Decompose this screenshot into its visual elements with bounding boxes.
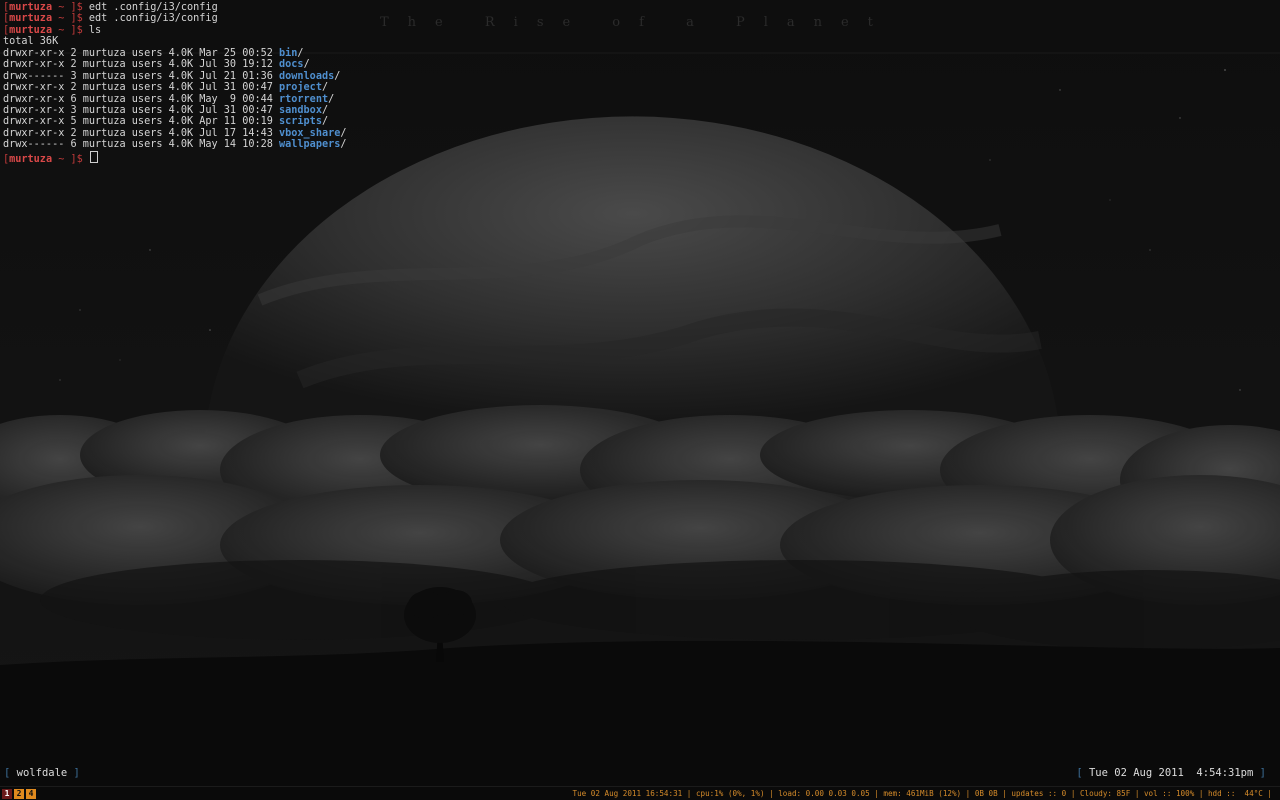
ls-entry-meta: drwxr-xr-x 2 murtuza users 4.0K Jul 30 1…	[3, 59, 280, 71]
ls-entry-slash: /	[334, 70, 341, 82]
ls-entry-slash: /	[321, 82, 329, 94]
terminal-cursor[interactable]	[89, 150, 98, 163]
conky-datetime: [ Tue 02 Aug 2011 4:54:31pm ]	[1076, 767, 1266, 779]
ls-entry: drwxr-xr-x 2 murtuza users 4.0K Jul 30 1…	[3, 59, 347, 70]
ls-entry-slash: /	[321, 116, 329, 128]
ls-entry-slash: /	[297, 47, 304, 59]
i3-status-bar: 1 2 4 Tue 02 Aug 2011 16:54:31 | cpu:1% …	[0, 786, 1280, 800]
ls-entry-dirname: downloads	[279, 70, 335, 82]
prompt-path: ~	[52, 153, 71, 165]
ls-entry-meta: drwx------ 6 murtuza users 4.0K May 14 1…	[3, 139, 280, 151]
ls-entry: drwxr-xr-x 2 murtuza users 4.0K Mar 25 0…	[3, 48, 347, 59]
ls-entry-meta: drwx------ 3 murtuza users 4.0K Jul 21 0…	[3, 70, 280, 82]
prompt-line: [murtuza ~ ]$	[3, 150, 347, 165]
ls-entry-meta: drwxr-xr-x 5 murtuza users 4.0K Apr 11 0…	[3, 116, 280, 128]
ls-entry-slash: /	[340, 139, 347, 151]
ls-entry-dirname: sandbox	[279, 104, 322, 116]
ls-entry-meta: drwxr-xr-x 2 murtuza users 4.0K Jul 31 0…	[3, 82, 280, 94]
ls-entry: drwx------ 3 murtuza users 4.0K Jul 21 0…	[3, 71, 347, 82]
status-line: Tue 02 Aug 2011 16:54:31 | cpu:1% (0%, 1…	[572, 789, 1273, 798]
prompt-close: ]$	[70, 24, 83, 36]
ls-entry-meta: drwxr-xr-x 6 murtuza users 4.0K May 9 00…	[3, 93, 280, 105]
datetime-open-bracket: [	[1076, 767, 1089, 779]
ls-entry: drwx------ 6 murtuza users 4.0K May 14 1…	[3, 139, 347, 150]
ls-entry-dirname: bin	[279, 47, 298, 59]
ls-total: total 36K	[3, 36, 59, 48]
prompt-line: [murtuza ~ ]$ edt .config/i3/config	[3, 2, 347, 13]
ls-entry-dirname: project	[279, 82, 322, 94]
conky-hostname: [ wolfdale ]	[4, 767, 80, 779]
ls-entry: drwxr-xr-x 6 murtuza users 4.0K May 9 00…	[3, 94, 347, 105]
ls-entry-dirname: vbox_share	[279, 127, 341, 139]
prompt-user: murtuza	[9, 13, 53, 25]
prompt-path: ~	[52, 2, 71, 13]
ls-entry: drwxr-xr-x 2 murtuza users 4.0K Jul 17 1…	[3, 128, 347, 139]
prompt-path: ~	[52, 24, 71, 36]
prompt-close: ]$	[70, 2, 83, 13]
command-text: edt .config/i3/config	[82, 13, 218, 25]
terminal-window[interactable]: [murtuza ~ ]$ edt .config/i3/config [murt…	[3, 2, 347, 165]
ls-entry-meta: drwxr-xr-x 2 murtuza users 4.0K Jul 17 1…	[3, 127, 280, 139]
ls-entry-meta: drwxr-xr-x 3 murtuza users 4.0K Jul 31 0…	[3, 104, 280, 116]
workspace-button-1[interactable]: 1	[2, 789, 12, 799]
ls-entry-meta: drwxr-xr-x 2 murtuza users 4.0K Mar 25 0…	[3, 47, 280, 59]
ls-entry-dirname: scripts	[279, 116, 322, 128]
ls-entry-slash: /	[328, 93, 335, 105]
ls-entry-slash: /	[321, 104, 329, 116]
command-text: edt .config/i3/config	[82, 2, 218, 13]
prompt-user: murtuza	[9, 2, 53, 13]
datetime-close-bracket: ]	[1253, 767, 1266, 779]
command-text: ls	[82, 24, 102, 36]
ls-entry: drwxr-xr-x 2 murtuza users 4.0K Jul 31 0…	[3, 82, 347, 93]
datetime-label: Tue 02 Aug 2011 4:54:31pm	[1088, 767, 1254, 779]
wallpaper-title: The Rise of a Planet	[380, 15, 892, 30]
prompt-line: [murtuza ~ ]$ edt .config/i3/config	[3, 13, 347, 24]
prompt-user: murtuza	[9, 24, 53, 36]
hostname-open-bracket: [	[4, 767, 17, 779]
prompt-close: ]$	[70, 153, 83, 165]
ls-entry-dirname: wallpapers	[279, 139, 341, 151]
ls-entry-slash: /	[340, 127, 347, 139]
ls-entry: drwxr-xr-x 5 murtuza users 4.0K Apr 11 0…	[3, 116, 347, 127]
prompt-path: ~	[52, 13, 71, 25]
hostname-close-bracket: ]	[67, 767, 80, 779]
ls-entry-dirname: rtorrent	[279, 93, 329, 105]
prompt-close: ]$	[70, 13, 83, 25]
workspace-button-2[interactable]: 2	[14, 789, 24, 799]
workspace-button-4[interactable]: 4	[26, 789, 36, 799]
ls-entry: drwxr-xr-x 3 murtuza users 4.0K Jul 31 0…	[3, 105, 347, 116]
prompt-user: murtuza	[9, 153, 53, 165]
prompt-line: [murtuza ~ ]$ ls	[3, 25, 347, 36]
ls-entry-slash: /	[303, 59, 310, 71]
hostname-label: wolfdale	[16, 767, 68, 779]
ls-entry-dirname: docs	[279, 59, 304, 71]
